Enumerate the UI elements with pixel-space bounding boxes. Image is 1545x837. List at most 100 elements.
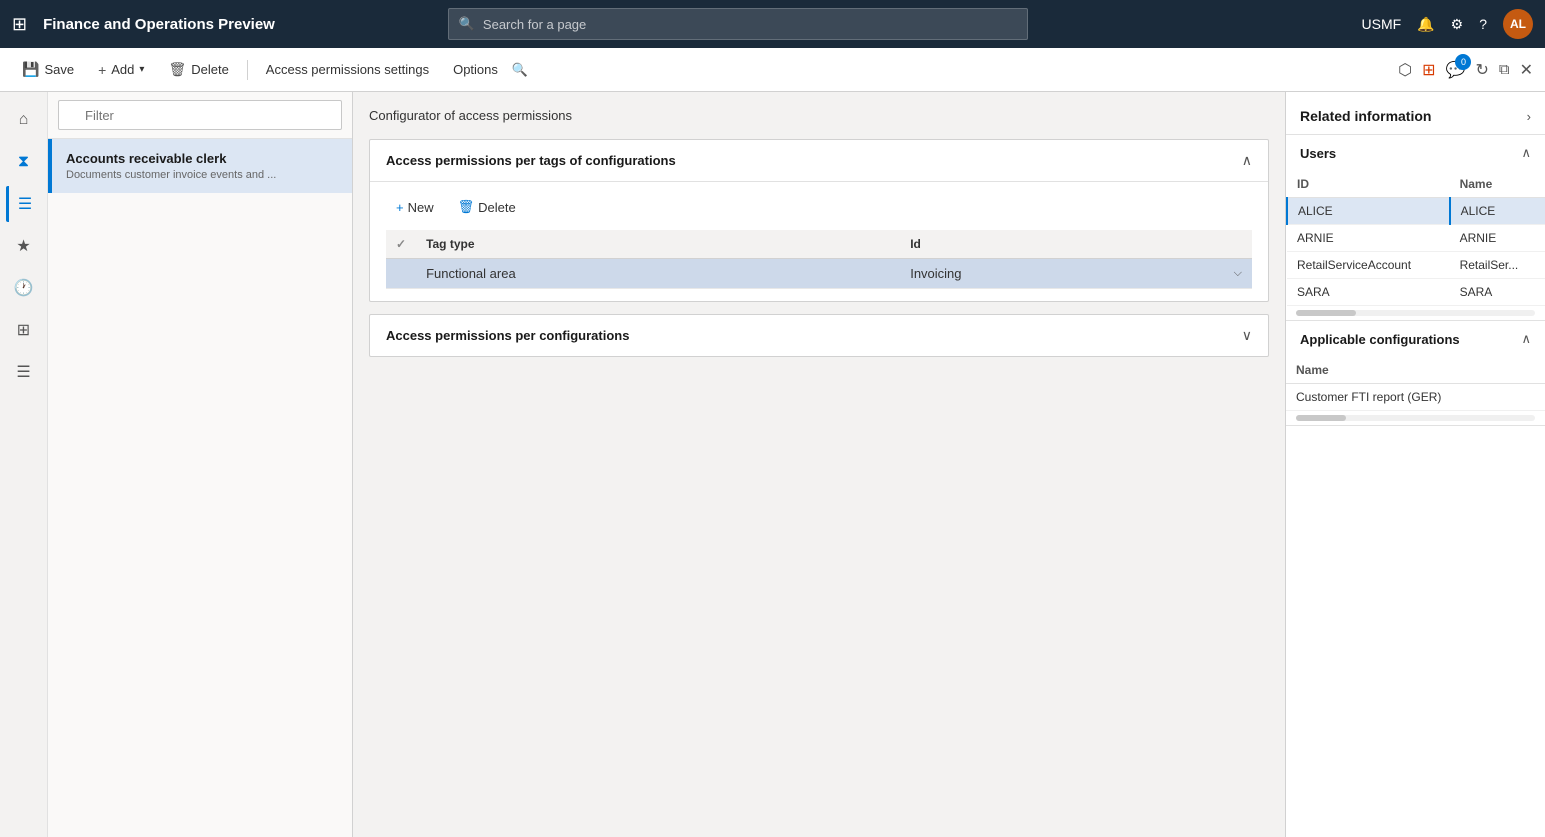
power-icon[interactable]: ⬡: [1398, 60, 1412, 80]
users-table: ID Name ALICE ALICE ARNIE ARNIE RetailSe…: [1286, 171, 1545, 306]
separator: [247, 60, 248, 80]
dropdown-chevron-icon[interactable]: ⌵: [1234, 267, 1242, 280]
list-item-description: Documents customer invoice events and ..…: [66, 169, 338, 181]
sidebar-item-home[interactable]: ⌂: [6, 102, 42, 138]
users-chevron-icon: ∧: [1521, 145, 1531, 161]
right-action-icons: ⬡ ⊞ 💬 0 ↻ ⧉ ✕: [1398, 60, 1533, 80]
right-section-configs-header[interactable]: Applicable configurations ∧: [1286, 321, 1545, 357]
search-icon: 🔍: [459, 16, 475, 32]
table-toolbar: + New 🗑 Delete: [386, 194, 1252, 220]
row-id: Invoicing ⌵: [900, 259, 1252, 289]
users-section-title: Users: [1300, 146, 1336, 161]
table-delete-icon: 🗑: [458, 199, 475, 215]
office-icon[interactable]: ⊞: [1422, 60, 1435, 80]
section-tags-title: Access permissions per tags of configura…: [386, 153, 676, 168]
configs-scrollbar-thumb[interactable]: [1296, 415, 1346, 421]
list-item[interactable]: Accounts receivable clerk Documents cust…: [48, 139, 352, 193]
user-avatar[interactable]: AL: [1503, 9, 1533, 39]
action-bar: 💾 Save + Add ▾ 🗑 Delete Access permissio…: [0, 48, 1545, 92]
filter-icon: ⧗: [18, 153, 29, 171]
right-panel-header: Related information ›: [1286, 92, 1545, 135]
section-configs: Access permissions per configurations ∨: [369, 314, 1269, 357]
settings-icon[interactable]: ⚙: [1451, 16, 1464, 33]
configs-section-title: Applicable configurations: [1300, 332, 1460, 347]
section-tags-chevron-icon: ∧: [1242, 152, 1252, 169]
configs-scrollbar-track: [1296, 415, 1535, 421]
table-new-button[interactable]: + New: [386, 195, 444, 220]
right-panel-title: Related information: [1300, 108, 1431, 124]
refresh-icon[interactable]: ↻: [1475, 60, 1488, 80]
menu-icon: ☰: [16, 362, 30, 382]
sidebar-item-menu[interactable]: ☰: [6, 354, 42, 390]
users-id-col: ID: [1287, 171, 1450, 198]
user-name-retail: RetailSer...: [1450, 252, 1545, 279]
right-section-users-header[interactable]: Users ∧: [1286, 135, 1545, 171]
table-delete-button[interactable]: 🗑 Delete: [448, 194, 526, 220]
tags-table: ✓ Tag type Id Functional area Invoicing: [386, 230, 1252, 289]
top-nav-bar: ⊞ Finance and Operations Preview 🔍 USMF …: [0, 0, 1545, 48]
delete-icon: 🗑: [168, 61, 186, 78]
configs-table: Name Customer FTI report (GER): [1286, 357, 1545, 411]
home-icon: ⌂: [19, 111, 29, 129]
access-permissions-button[interactable]: Access permissions settings: [256, 56, 439, 83]
configs-row-0[interactable]: Customer FTI report (GER): [1286, 384, 1545, 411]
tag-type-col-header: Tag type: [416, 230, 900, 259]
users-row-alice[interactable]: ALICE ALICE: [1287, 198, 1545, 225]
search-bar[interactable]: 🔍: [448, 8, 1028, 40]
right-section-configs: Applicable configurations ∧ Name Custome…: [1286, 321, 1545, 426]
sidebar-item-favorites[interactable]: ★: [6, 228, 42, 264]
user-id-sara: SARA: [1287, 279, 1450, 306]
users-name-col: Name: [1450, 171, 1545, 198]
configs-name-col: Name: [1286, 357, 1545, 384]
open-new-window-icon[interactable]: ⧉: [1499, 61, 1510, 78]
check-col-header: ✓: [386, 230, 416, 259]
delete-button[interactable]: 🗑 Delete: [158, 55, 238, 84]
filter-input[interactable]: [58, 100, 342, 130]
save-button[interactable]: 💾 Save: [12, 55, 84, 84]
main-layout: ⌂ ⧗ ☰ ★ 🕐 ⊞ ☰ 🔍 Accounts receivable: [0, 92, 1545, 837]
add-chevron-icon: ▾: [139, 64, 144, 75]
grid-icon[interactable]: ⊞: [12, 14, 27, 35]
list-item-title: Accounts receivable clerk: [66, 151, 338, 166]
section-tags: Access permissions per tags of configura…: [369, 139, 1269, 302]
sidebar-icons: ⌂ ⧗ ☰ ★ 🕐 ⊞ ☰: [0, 92, 48, 837]
action-search-icon[interactable]: 🔍: [512, 62, 528, 78]
right-panel-expand-icon[interactable]: ›: [1527, 109, 1531, 124]
right-section-users: Users ∧ ID Name ALICE ALICE ARNIE: [1286, 135, 1545, 321]
section-configs-chevron-icon: ∨: [1242, 327, 1252, 344]
row-tag-type: Functional area: [416, 259, 900, 289]
section-configs-header[interactable]: Access permissions per configurations ∨: [370, 315, 1268, 356]
filter-bar: 🔍: [48, 92, 352, 139]
notification-icon[interactable]: 🔔: [1417, 16, 1434, 33]
user-id-retail: RetailServiceAccount: [1287, 252, 1450, 279]
users-row-arnie[interactable]: ARNIE ARNIE: [1287, 225, 1545, 252]
options-button[interactable]: Options: [443, 56, 508, 83]
configurator-title: Configurator of access permissions: [369, 108, 1269, 123]
close-icon[interactable]: ✕: [1520, 60, 1533, 80]
search-input[interactable]: [483, 17, 1017, 32]
add-button[interactable]: + Add ▾: [88, 56, 154, 84]
user-id-alice: ALICE: [1287, 198, 1450, 225]
config-name-0: Customer FTI report (GER): [1286, 384, 1545, 411]
configs-chevron-icon: ∧: [1521, 331, 1531, 347]
sidebar-item-recent[interactable]: 🕐: [6, 270, 42, 306]
workspace-icon: ⊞: [17, 320, 30, 340]
user-name-sara: SARA: [1450, 279, 1545, 306]
users-row-retail[interactable]: RetailServiceAccount RetailSer...: [1287, 252, 1545, 279]
help-icon[interactable]: ?: [1479, 16, 1487, 32]
table-row[interactable]: Functional area Invoicing ⌵: [386, 259, 1252, 289]
sidebar-item-filter[interactable]: ⧗: [6, 144, 42, 180]
usmf-label: USMF: [1362, 16, 1402, 32]
right-panel: Related information › Users ∧ ID Name AL…: [1285, 92, 1545, 837]
section-tags-header[interactable]: Access permissions per tags of configura…: [370, 140, 1268, 182]
users-row-sara[interactable]: SARA SARA: [1287, 279, 1545, 306]
sidebar-item-list[interactable]: ☰: [6, 186, 42, 222]
section-tags-body: + New 🗑 Delete ✓ Tag type Id: [370, 182, 1268, 301]
sidebar-item-workspaces[interactable]: ⊞: [6, 312, 42, 348]
new-icon: +: [396, 200, 404, 215]
notification-badge[interactable]: 💬 0: [1446, 60, 1466, 80]
list-panel: 🔍 Accounts receivable clerk Documents cu…: [48, 92, 353, 837]
clock-icon: 🕐: [14, 278, 34, 298]
users-scrollbar-thumb[interactable]: [1296, 310, 1356, 316]
add-icon: +: [98, 62, 106, 78]
